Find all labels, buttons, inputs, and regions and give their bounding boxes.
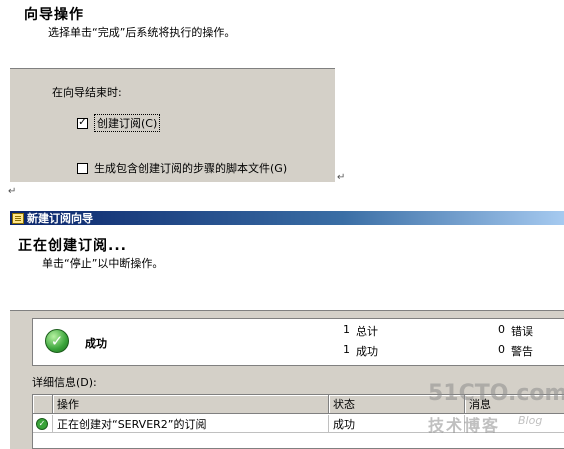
warning-stat: 0 警告 xyxy=(498,343,533,359)
create-subscription-checkbox[interactable]: ✓ xyxy=(77,117,88,129)
total-stat: 1 总计 xyxy=(343,323,378,339)
error-label: 错误 xyxy=(511,325,533,338)
watermark-blog: Blog xyxy=(518,414,543,427)
details-label: 详细信息(D): xyxy=(32,376,97,389)
wizard-header: 正在创建订阅... 单击“停止”以中断操作。 xyxy=(10,225,564,311)
options-caption: 在向导结束时: xyxy=(52,86,122,99)
generate-script-checkbox[interactable] xyxy=(77,162,88,174)
total-count: 1 xyxy=(343,323,350,336)
success-check-icon: ✓ xyxy=(45,329,69,353)
progress-subtitle: 单击“停止”以中断操作。 xyxy=(42,257,164,270)
create-subscription-option[interactable]: ✓ 创建订阅(C) xyxy=(77,114,161,132)
window-title: 新建订阅向导 xyxy=(27,212,93,225)
warning-count: 0 xyxy=(498,343,505,356)
wizard-app-icon xyxy=(12,212,24,224)
watermark-subtitle: 技术博客 xyxy=(428,416,501,435)
row-success-icon: ✓ xyxy=(36,417,48,430)
watermark-logo: 51CTO.com xyxy=(428,381,564,406)
error-stat: 0 错误 xyxy=(498,323,533,339)
error-count: 0 xyxy=(498,323,505,336)
window-titlebar[interactable]: 新建订阅向导 xyxy=(10,211,564,225)
success-stat: 1 成功 xyxy=(343,343,378,359)
overall-status: 成功 xyxy=(85,337,107,350)
grid-header-icon-col xyxy=(33,395,53,414)
generate-script-label: 生成包含创建订阅的步骤的脚本文件(G) xyxy=(94,162,288,175)
wizard-step-subtitle: 选择单击“完成”后系统将执行的操作。 xyxy=(48,26,236,39)
generate-script-option[interactable]: 生成包含创建订阅的步骤的脚本文件(G) xyxy=(77,160,287,176)
warning-label: 警告 xyxy=(511,345,533,358)
success-label: 成功 xyxy=(356,345,378,358)
paragraph-mark: ↵ xyxy=(8,186,17,197)
row-status-cell: ✓ xyxy=(33,415,53,433)
wizard-step-title: 向导操作 xyxy=(24,7,84,23)
row-action: 正在创建对“SERVER2”的订阅 xyxy=(53,415,329,433)
create-subscription-label: 创建订阅(C) xyxy=(94,114,161,132)
status-summary: ✓ 成功 1 总计 1 成功 0 错误 0 警告 xyxy=(32,318,564,366)
success-count: 1 xyxy=(343,343,350,356)
progress-title: 正在创建订阅... xyxy=(18,238,127,254)
column-header-action[interactable]: 操作 xyxy=(53,395,329,414)
paragraph-mark: ↵ xyxy=(337,172,346,183)
total-label: 总计 xyxy=(356,325,378,338)
